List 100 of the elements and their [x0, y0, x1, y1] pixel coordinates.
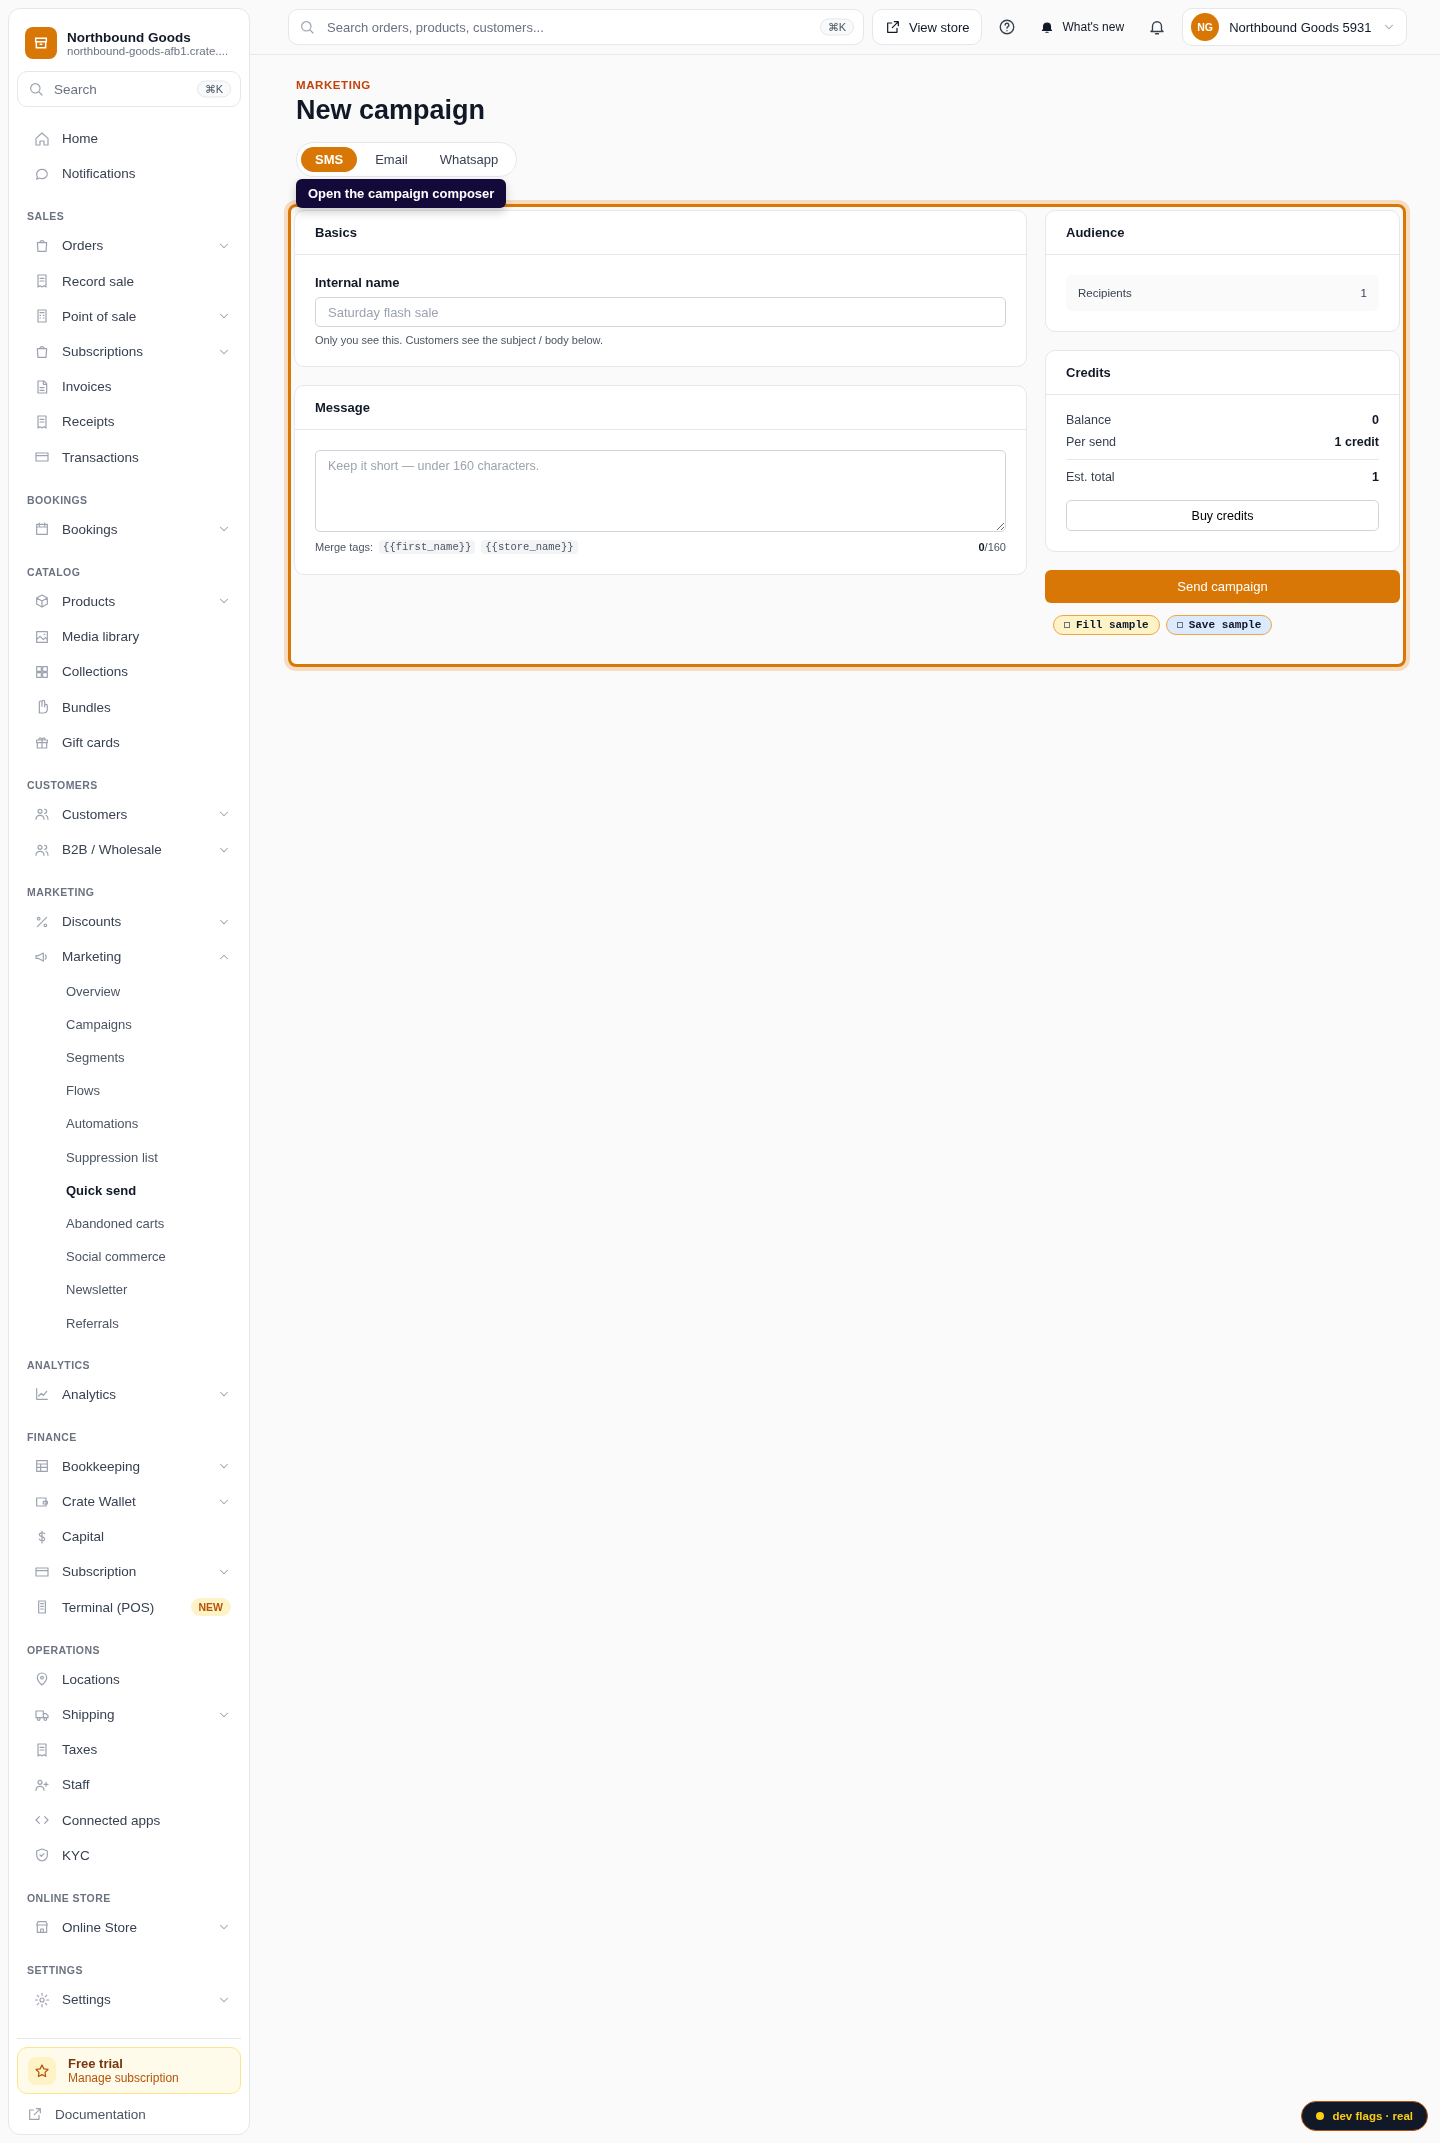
channel-tab[interactable]: Whatsapp: [425, 147, 513, 172]
sidebar-item[interactable]: Subscription: [17, 1554, 241, 1590]
image-icon: [34, 628, 50, 645]
sidebar-subitem[interactable]: Automations: [17, 1107, 241, 1141]
search-icon: [28, 81, 44, 97]
sidebar-item[interactable]: Notifications: [17, 156, 241, 192]
sidebar-item[interactable]: Crate Wallet: [17, 1484, 241, 1520]
sidebar-subitem[interactable]: Social commerce: [17, 1240, 241, 1274]
sidebar-item[interactable]: Online Store: [17, 1909, 241, 1946]
sidebar-item[interactable]: Point of sale: [17, 298, 241, 334]
card-title: Audience: [1046, 211, 1399, 255]
sidebar-subitem[interactable]: Newsletter: [17, 1273, 241, 1307]
sidebar-subitem[interactable]: Quick send: [17, 1173, 241, 1207]
sidebar-item[interactable]: Invoices: [17, 369, 241, 405]
sidebar-item[interactable]: Orders: [17, 228, 241, 264]
sample-button[interactable]: Save sample: [1165, 615, 1273, 635]
bell-icon: [1148, 18, 1167, 36]
sidebar-item[interactable]: B2B / Wholesale: [17, 832, 241, 868]
message-field[interactable]: Keep it short — under 160 characters.: [315, 450, 1006, 532]
sidebar-item[interactable]: Settings: [17, 1982, 241, 2018]
sidebar-item[interactable]: Taxes: [17, 1732, 241, 1768]
storefront-icon: [34, 1919, 50, 1936]
whats-new-button[interactable]: What's new: [1032, 9, 1133, 45]
buy-credits-button[interactable]: Buy credits: [1066, 500, 1379, 531]
sidebar-item[interactable]: Products: [17, 583, 241, 620]
section-heading: ANALYTICS: [26, 1357, 91, 1373]
table-icon: [34, 1458, 50, 1475]
merge-tag[interactable]: {{store_name}}: [481, 540, 578, 554]
breadcrumb: MARKETING: [296, 79, 372, 91]
sidebar-item[interactable]: Receipts: [17, 404, 241, 440]
merge-tag[interactable]: {{first_name}}: [379, 540, 476, 554]
receipt-icon: [34, 1741, 50, 1758]
internal-name-field[interactable]: Saturday flash sale: [315, 297, 1006, 327]
section-heading: SETTINGS: [26, 1963, 84, 1979]
page-title: New campaign: [296, 95, 487, 126]
store-logo-icon: [25, 27, 57, 59]
receipt-icon: [34, 273, 50, 290]
sidebar-item[interactable]: Transactions: [17, 439, 241, 475]
sidebar-item[interactable]: Media library: [17, 619, 241, 655]
location-pin-icon: [34, 1671, 50, 1688]
card-title: Credits: [1046, 351, 1399, 395]
manage-subscription-link[interactable]: Manage subscription: [68, 2071, 179, 2085]
bell-icon: [1040, 20, 1055, 34]
credit-value: 1 credit: [1334, 435, 1379, 449]
credit-label: Per send: [1066, 435, 1117, 449]
sidebar-item[interactable]: Shipping: [17, 1696, 241, 1733]
character-count: 0/160: [978, 541, 1006, 553]
dev-flags-pill[interactable]: dev flags · real: [1301, 2101, 1428, 2131]
document-icon: [34, 378, 50, 395]
view-store-button[interactable]: View store: [872, 9, 983, 45]
sidebar-item[interactable]: Bookings: [17, 511, 241, 547]
sidebar-subitem[interactable]: Flows: [17, 1074, 241, 1108]
section-heading: FINANCE: [26, 1429, 78, 1445]
section-heading: ONLINE STORE: [26, 1890, 112, 1906]
sidebar-item[interactable]: Analytics: [17, 1376, 241, 1412]
channel-tab[interactable]: Email: [361, 147, 422, 172]
search-icon: [299, 19, 315, 35]
sidebar-item[interactable]: Customers: [17, 796, 241, 832]
trial-title: Free trial: [68, 2056, 124, 2071]
sample-button[interactable]: Fill sample: [1053, 615, 1160, 635]
sidebar-subitem[interactable]: Segments: [17, 1040, 241, 1075]
sidebar-item[interactable]: Bundles: [17, 689, 241, 725]
card-title: Basics: [295, 211, 1026, 255]
sidebar-item[interactable]: Bookkeeping: [17, 1448, 241, 1484]
gift-icon: [34, 734, 50, 751]
settings-icon: [34, 1991, 50, 2008]
cube-icon: [34, 593, 50, 610]
stat-value: 1: [1360, 287, 1367, 299]
field-label: Internal name: [315, 275, 401, 290]
sidebar-item[interactable]: Gift cards: [17, 724, 241, 760]
sidebar-item[interactable]: Locations: [17, 1661, 241, 1697]
sidebar-item[interactable]: Terminal (POS) NEW: [17, 1589, 241, 1625]
bag-icon: [34, 237, 50, 254]
sidebar-item[interactable]: KYC: [17, 1837, 241, 1873]
sidebar-item[interactable]: Capital: [17, 1519, 241, 1555]
sidebar-item[interactable]: Connected apps: [17, 1802, 241, 1838]
sidebar-item[interactable]: Discounts: [17, 904, 241, 940]
sidebar-subitem[interactable]: Suppression list: [17, 1140, 241, 1174]
credit-label: Balance: [1066, 413, 1112, 427]
sidebar-item[interactable]: Collections: [17, 654, 241, 690]
account-menu[interactable]: NG Northbound Goods 5931: [1182, 8, 1407, 46]
sidebar-item[interactable]: Marketing: [17, 939, 241, 975]
trial-banner[interactable]: Free trial Manage subscription: [17, 2047, 241, 2094]
shield-icon: [34, 1847, 50, 1864]
avatar: NG: [1191, 13, 1220, 41]
sidebar-item[interactable]: Subscriptions: [17, 333, 241, 370]
sidebar-item[interactable]: Record sale: [17, 263, 241, 299]
calculator-icon: [34, 308, 50, 325]
sidebar-item[interactable]: Staff: [17, 1767, 241, 1803]
home-icon: [34, 130, 50, 147]
sidebar-subitem[interactable]: Abandoned carts: [17, 1206, 241, 1241]
sidebar-subitem[interactable]: Referrals: [17, 1306, 241, 1340]
field-hint: Only you see this. Customers see the subject / body below.: [315, 334, 604, 346]
total-value: 1: [1372, 470, 1379, 484]
section-heading: BOOKINGS: [26, 492, 89, 508]
sidebar-subitem[interactable]: Overview: [17, 974, 241, 1008]
documentation-link[interactable]: Documentation: [55, 2106, 146, 2122]
external-link-icon: [27, 2106, 43, 2122]
sidebar-subitem[interactable]: Campaigns: [17, 1007, 241, 1041]
sidebar-item[interactable]: Home: [17, 121, 241, 157]
